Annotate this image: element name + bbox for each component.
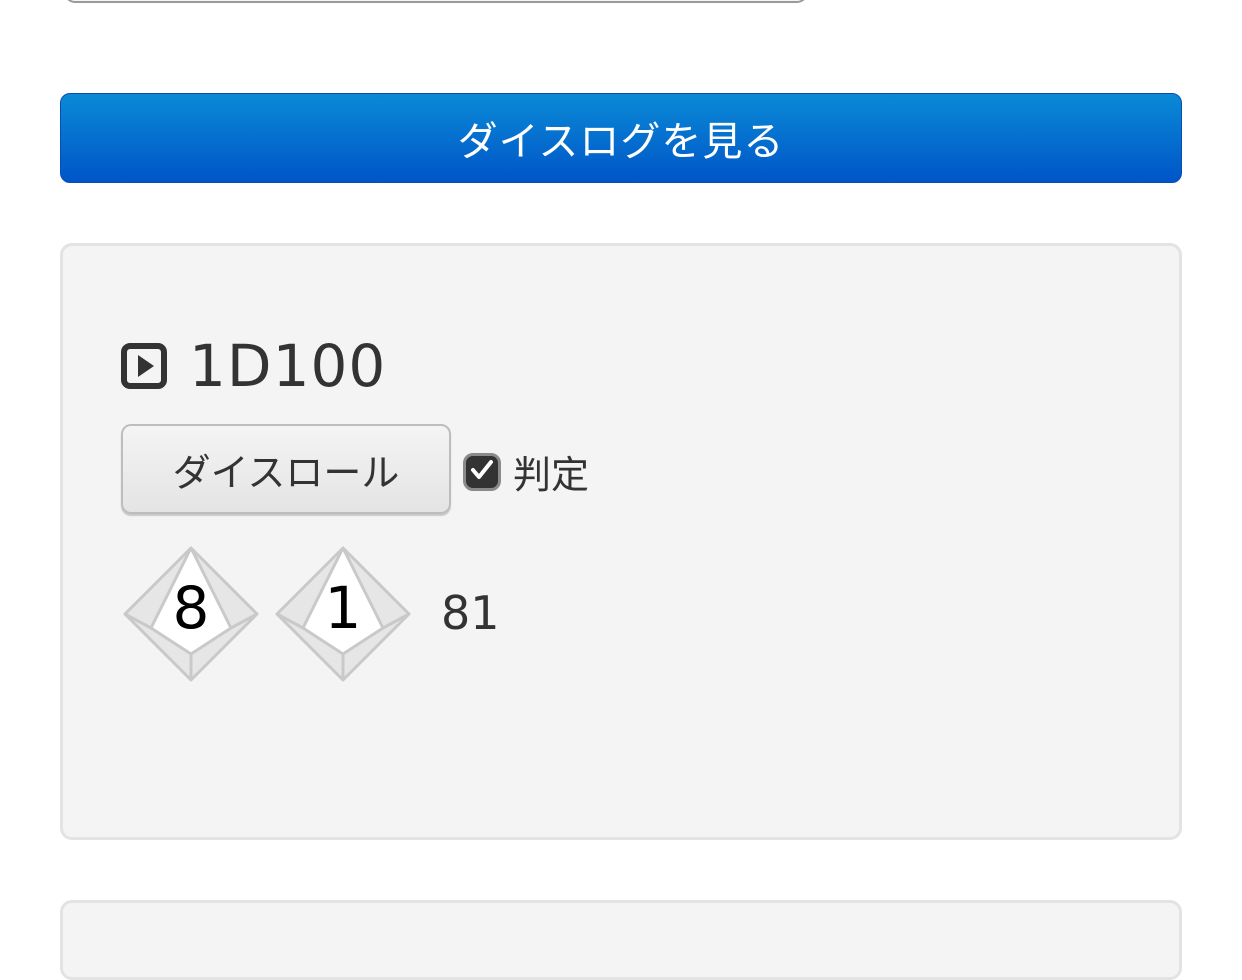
die-value: 1 [324,574,362,642]
dice-total: 81 [441,586,500,640]
check-icon [469,457,495,487]
die-result: 8 [121,544,261,684]
dice-roll-button[interactable]: ダイスロール [121,424,451,514]
judge-toggle[interactable]: 判定 [463,444,589,499]
dice-formula-title: 1D100 [189,332,387,400]
die-result: 1 [273,544,413,684]
judge-label: 判定 [513,453,590,497]
dice-result-row: 8 1 81 [121,544,500,684]
dice-card: 1D100 ダイスロール 判定 8 1 81 [60,243,1182,840]
next-dice-card [60,900,1182,980]
judge-checkbox[interactable] [463,452,501,491]
play-square-icon [121,343,167,389]
die-value: 8 [172,574,210,642]
dice-card-header: 1D100 [121,332,386,400]
previous-element-bottom-edge [64,0,808,3]
view-dice-log-button[interactable]: ダイスログを見る [60,93,1182,183]
